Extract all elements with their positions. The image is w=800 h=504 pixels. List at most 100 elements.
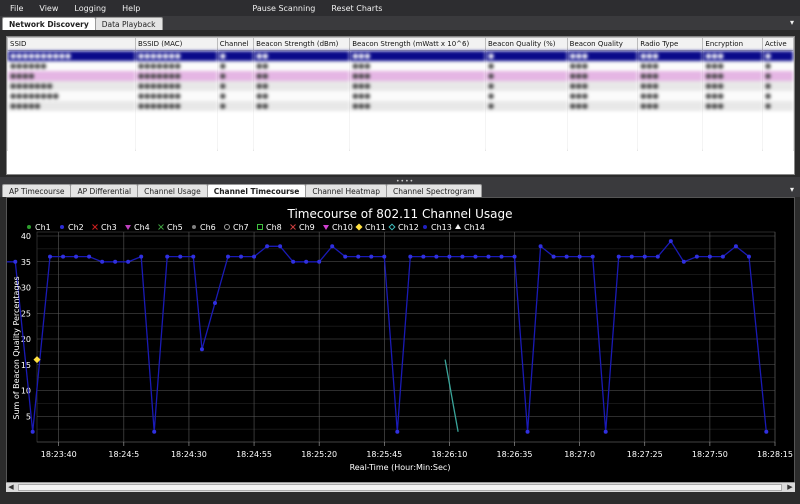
tab-channel-spectrogram[interactable]: Channel Spectrogram xyxy=(385,184,482,197)
top-tab-strip: Network Discovery Data Playback ▾ xyxy=(0,16,800,30)
x-tick-label: 18:27:25 xyxy=(627,450,663,459)
legend-marker xyxy=(388,223,396,231)
x-tick-label: 18:25:45 xyxy=(366,450,402,459)
chart-horizontal-scrollbar[interactable]: ◀ ▶ xyxy=(6,482,795,492)
table-row[interactable]: ●●●●●●●●●● ●●●●●●● ● ●● ●●● ● ●●● ●●● ●●● ● xyxy=(7,50,794,61)
x-tick-label: 18:23:40 xyxy=(41,450,77,459)
point-ch2 xyxy=(252,254,257,259)
legend-label: Ch13 xyxy=(431,223,452,232)
point-ch2 xyxy=(733,244,738,249)
x-tick-label: 18:27:50 xyxy=(692,450,728,459)
column-header-beacon-quality-pct[interactable]: Beacon Quality (%) xyxy=(484,37,568,51)
point-ch2 xyxy=(74,254,79,259)
column-header-beacon-quality[interactable]: Beacon Quality xyxy=(566,37,639,51)
status-strip xyxy=(0,492,800,504)
point-ch2 xyxy=(746,254,751,259)
menu-view[interactable]: View xyxy=(31,4,66,13)
point-ch2 xyxy=(226,254,231,259)
tab-network-discovery[interactable]: Network Discovery xyxy=(2,17,96,30)
column-header-ssid[interactable]: SSID xyxy=(7,37,137,51)
table-row[interactable]: ●●●●● ●●●●●●● ● ●● ●●● ● ●●● ●●● ●●● ● xyxy=(7,100,794,111)
dropdown-arrow-icon[interactable]: ▾ xyxy=(790,18,794,27)
table-header-row: SSID BSSID (MAC) Channel Beacon Strength… xyxy=(7,37,794,51)
tab-data-playback[interactable]: Data Playback xyxy=(94,17,163,30)
legend-label: Ch2 xyxy=(68,223,84,232)
dropdown-arrow-icon[interactable]: ▾ xyxy=(790,185,794,194)
chart-title: Timecourse of 802.11 Channel Usage xyxy=(287,207,513,221)
legend-marker xyxy=(455,224,461,229)
legend-marker xyxy=(257,224,263,230)
column-header-radio-type[interactable]: Radio Type xyxy=(637,37,704,51)
point-ch2 xyxy=(655,254,660,259)
tab-channel-heatmap[interactable]: Channel Heatmap xyxy=(305,184,387,197)
legend-label: Ch5 xyxy=(167,223,183,232)
tab-ap-timecourse[interactable]: AP Timecourse xyxy=(2,184,72,197)
legend-label: Ch3 xyxy=(101,223,117,232)
legend-item-ch10: Ch10 xyxy=(323,223,353,232)
legend-label: Ch1 xyxy=(35,223,51,232)
column-header-bssid[interactable]: BSSID (MAC) xyxy=(135,37,218,51)
point-ch2 xyxy=(317,259,322,264)
table-row[interactable]: ●●●●●●● ●●●●●●● ● ●● ●●● ● ●●● ●●● ●●● ● xyxy=(7,80,794,91)
table-row[interactable]: ●●●●●● ●●●●●●● ● ●● ●●● ● ●●● ●●● ●●● ● xyxy=(7,60,794,71)
tab-ap-differential[interactable]: AP Differential xyxy=(70,184,139,197)
column-header-active[interactable]: Active xyxy=(762,37,794,51)
column-header-channel[interactable]: Channel xyxy=(216,37,255,51)
point-ch2 xyxy=(681,259,686,264)
legend-marker xyxy=(323,225,329,230)
table-body-redacted: ●●●●●●●●●● ●●●●●●● ● ●● ●●● ● ●●● ●●● ●●● ● ●●●●●… xyxy=(7,50,794,151)
table-row[interactable]: ●●●●●●●● ●●●●●●● ● ●● ●●● ● ●●● ●●● ●●● ● xyxy=(7,90,794,101)
point-ch2 xyxy=(178,254,183,259)
point-ch2 xyxy=(48,254,53,259)
x-tick-label: 18:24:5 xyxy=(108,450,139,459)
x-tick-label: 18:26:35 xyxy=(497,450,533,459)
point-ch2 xyxy=(199,347,204,352)
point-ch2 xyxy=(291,259,296,264)
legend-item-ch4: Ch4 xyxy=(125,223,150,232)
menu-logging[interactable]: Logging xyxy=(66,4,114,13)
menu-file[interactable]: File xyxy=(0,4,31,13)
legend-label: Ch12 xyxy=(398,223,419,232)
legend-label: Ch4 xyxy=(134,223,150,232)
legend-label: Ch11 xyxy=(365,223,386,232)
column-header-encryption[interactable]: Encryption xyxy=(702,37,764,51)
table-empty-area xyxy=(7,110,794,151)
menu-bar: File View Logging Help Pause Scanning Re… xyxy=(0,0,800,16)
scroll-right-icon[interactable]: ▶ xyxy=(785,483,795,492)
legend-marker xyxy=(125,225,131,230)
tab-channel-timecourse[interactable]: Channel Timecourse xyxy=(206,184,307,197)
point-ch2 xyxy=(356,254,361,259)
legend-label: Ch8 xyxy=(266,223,282,232)
point-ch2 xyxy=(369,254,374,259)
series-line-ch12 xyxy=(444,359,459,432)
pause-scanning-button[interactable]: Pause Scanning xyxy=(244,4,323,13)
point-ch2 xyxy=(447,254,452,259)
y-tick-label: 25 xyxy=(21,309,31,318)
reset-charts-button[interactable]: Reset Charts xyxy=(323,4,390,13)
legend-item-ch3: Ch3 xyxy=(92,223,117,232)
y-tick-label: 35 xyxy=(21,258,31,267)
point-ch2 xyxy=(239,254,244,259)
channel-timecourse-chart: Timecourse of 802.11 Channel Usage Ch1 Ch… xyxy=(0,197,795,491)
chart-legend: Ch1 Ch2 Ch3 Ch4 Ch5 Ch6 Ch7 Ch8 Ch9 Ch10 Ch11 Ch12 C… xyxy=(27,223,485,232)
column-header-beacon-strength-mwatt[interactable]: Beacon Strength (mWatt x 10^6) xyxy=(349,37,486,51)
point-ch2 xyxy=(590,254,595,259)
point-ch2 xyxy=(30,429,35,434)
scroll-thumb[interactable] xyxy=(18,484,782,491)
menu-help[interactable]: Help xyxy=(114,4,148,13)
point-ch2 xyxy=(113,259,118,264)
point-ch2 xyxy=(486,254,491,259)
point-ch2 xyxy=(139,254,144,259)
point-ch2 xyxy=(577,254,582,259)
point-ch2 xyxy=(434,254,439,259)
point-ch2 xyxy=(408,254,413,259)
legend-label: Ch7 xyxy=(233,223,249,232)
column-header-beacon-strength-dbm[interactable]: Beacon Strength (dBm) xyxy=(253,37,351,51)
network-grid: SSID BSSID (MAC) Channel Beacon Strength… xyxy=(6,36,795,175)
tab-channel-usage[interactable]: Channel Usage xyxy=(137,184,208,197)
point-ch2 xyxy=(343,254,348,259)
table-row[interactable]: ●●●● ●●●●●●● ● ●● ●●● ● ●●● ●●● ●●● ● xyxy=(7,70,794,81)
scroll-left-icon[interactable]: ◀ xyxy=(6,483,16,492)
point-ch2 xyxy=(538,244,543,249)
point-ch2 xyxy=(499,254,504,259)
